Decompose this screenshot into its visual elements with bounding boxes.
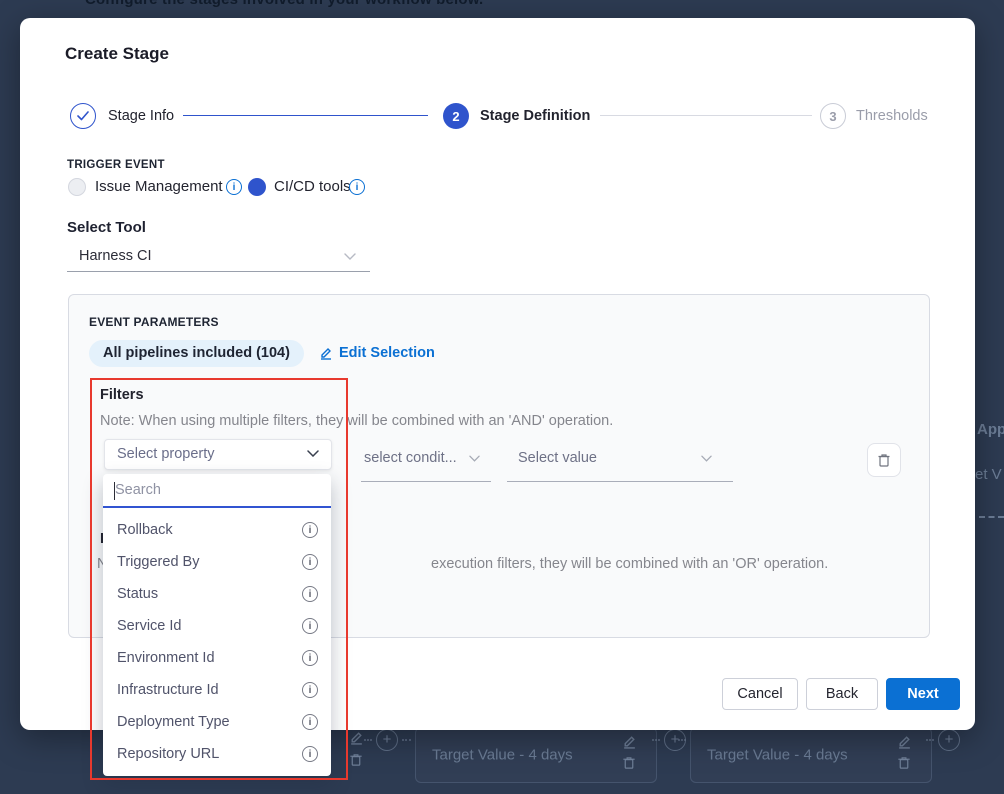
- tool-select[interactable]: Harness CI: [67, 244, 370, 272]
- add-stage-button: [938, 729, 960, 751]
- add-stage-button: [376, 729, 398, 751]
- check-icon: [77, 111, 89, 121]
- filters-note: Note: When using multiple filters, they …: [100, 413, 613, 429]
- info-icon[interactable]: [302, 618, 318, 634]
- background-dashed-line: [979, 516, 1004, 518]
- stage-card: Target Value - 4 days: [415, 727, 657, 783]
- connector-dash: [364, 739, 372, 741]
- trash-icon: [897, 755, 913, 771]
- dropdown-item[interactable]: Rollback: [103, 514, 331, 546]
- chevron-down-icon: [307, 450, 319, 457]
- edit-pencil-icon: [897, 734, 913, 750]
- edit-pencil-icon: [349, 730, 365, 746]
- step-connector: [600, 115, 812, 116]
- dropdown-item[interactable]: Service Id: [103, 610, 331, 642]
- radio-cicd-tools[interactable]: [248, 178, 266, 196]
- step-1-circle[interactable]: [70, 103, 96, 129]
- info-icon[interactable]: [302, 650, 318, 666]
- step-3-label[interactable]: Thresholds: [856, 103, 928, 129]
- connector-dash: [926, 739, 934, 741]
- cancel-button[interactable]: Cancel: [722, 678, 798, 710]
- dropdown-item-label: Triggered By: [117, 554, 302, 570]
- info-icon[interactable]: [302, 682, 318, 698]
- step-connector: [183, 115, 428, 116]
- property-dropdown-panel: Rollback Triggered By Status Service Id: [103, 474, 331, 776]
- stage-card-label: Target Value - 4 days: [432, 747, 573, 764]
- trash-icon: [622, 755, 638, 771]
- dropdown-item-label: Deployment Type: [117, 714, 302, 730]
- delete-filter-button[interactable]: [867, 443, 901, 477]
- info-icon[interactable]: [302, 746, 318, 762]
- dropdown-item-label: Infrastructure Id: [117, 682, 302, 698]
- search-input[interactable]: [103, 474, 331, 506]
- radio-issue-management[interactable]: [68, 178, 86, 196]
- back-button[interactable]: Back: [806, 678, 878, 710]
- dropdown-item[interactable]: Environment Id: [103, 642, 331, 674]
- edit-selection-link[interactable]: Edit Selection: [319, 345, 435, 361]
- dropdown-item[interactable]: Deployment Type: [103, 706, 331, 738]
- connector-dash: [678, 739, 686, 741]
- edit-pencil-icon: [319, 346, 333, 360]
- info-icon[interactable]: [302, 554, 318, 570]
- value-select[interactable]: Select value: [518, 450, 597, 466]
- background-text-fragment: et V: [975, 466, 1002, 483]
- text-caret: [114, 482, 115, 500]
- dropdown-item-label: Service Id: [117, 618, 302, 634]
- connector-dash: [402, 739, 411, 741]
- chevron-down-icon[interactable]: [469, 455, 480, 462]
- radio-cicd-tools-label[interactable]: CI/CD tools: [274, 178, 351, 196]
- edit-pencil-icon: [622, 734, 638, 750]
- condition-select[interactable]: select condit...: [364, 450, 457, 466]
- property-select-placeholder: Select property: [117, 446, 215, 462]
- info-icon[interactable]: [349, 179, 365, 195]
- step-1-label[interactable]: Stage Info: [108, 103, 174, 129]
- trash-icon: [877, 452, 891, 468]
- dropdown-search-row: [103, 474, 331, 508]
- modal-title: Create Stage: [65, 44, 169, 64]
- dropdown-item[interactable]: Triggered By: [103, 546, 331, 578]
- edit-selection-label: Edit Selection: [339, 345, 435, 361]
- property-dropdown-list: Rollback Triggered By Status Service Id: [103, 508, 331, 776]
- stage-card: Target Value - 4 days: [690, 727, 932, 783]
- event-parameters-heading: EVENT PARAMETERS: [89, 315, 219, 329]
- chevron-down-icon[interactable]: [701, 455, 712, 462]
- property-select[interactable]: Select property: [104, 439, 332, 470]
- step-3-circle[interactable]: 3: [820, 103, 846, 129]
- dropdown-item-label: Environment Id: [117, 650, 302, 666]
- dropdown-item[interactable]: Repository URL: [103, 738, 331, 770]
- condition-select-underline: [361, 481, 491, 482]
- next-button[interactable]: Next: [886, 678, 960, 710]
- screen: Configure the stages involved in your wo…: [0, 0, 1004, 794]
- execution-filters-note: execution filters, they will be combined…: [431, 556, 828, 572]
- info-icon[interactable]: [226, 179, 242, 195]
- select-tool-label: Select Tool: [67, 219, 146, 236]
- dropdown-item[interactable]: Infrastructure Id: [103, 674, 331, 706]
- info-icon[interactable]: [302, 586, 318, 602]
- chevron-down-icon: [344, 253, 356, 260]
- tool-select-value: Harness CI: [79, 248, 152, 264]
- dropdown-item-label: Status: [117, 586, 302, 602]
- step-2-circle[interactable]: 2: [443, 103, 469, 129]
- dropdown-item[interactable]: Status: [103, 578, 331, 610]
- trigger-event-heading: TRIGGER EVENT: [67, 159, 165, 171]
- filters-heading: Filters: [100, 387, 144, 403]
- step-2-label[interactable]: Stage Definition: [480, 103, 590, 129]
- radio-issue-management-label[interactable]: Issue Management: [95, 178, 223, 196]
- background-text-fragment: App: [977, 421, 1004, 438]
- pipelines-badge: All pipelines included (104): [89, 340, 304, 367]
- connector-dash: [652, 739, 660, 741]
- dropdown-item-label: Rollback: [117, 522, 302, 538]
- info-icon[interactable]: [302, 714, 318, 730]
- trash-icon: [349, 752, 365, 768]
- stage-card-label: Target Value - 4 days: [707, 747, 848, 764]
- info-icon[interactable]: [302, 522, 318, 538]
- value-select-underline: [507, 481, 733, 482]
- dropdown-item-label: Repository URL: [117, 746, 302, 762]
